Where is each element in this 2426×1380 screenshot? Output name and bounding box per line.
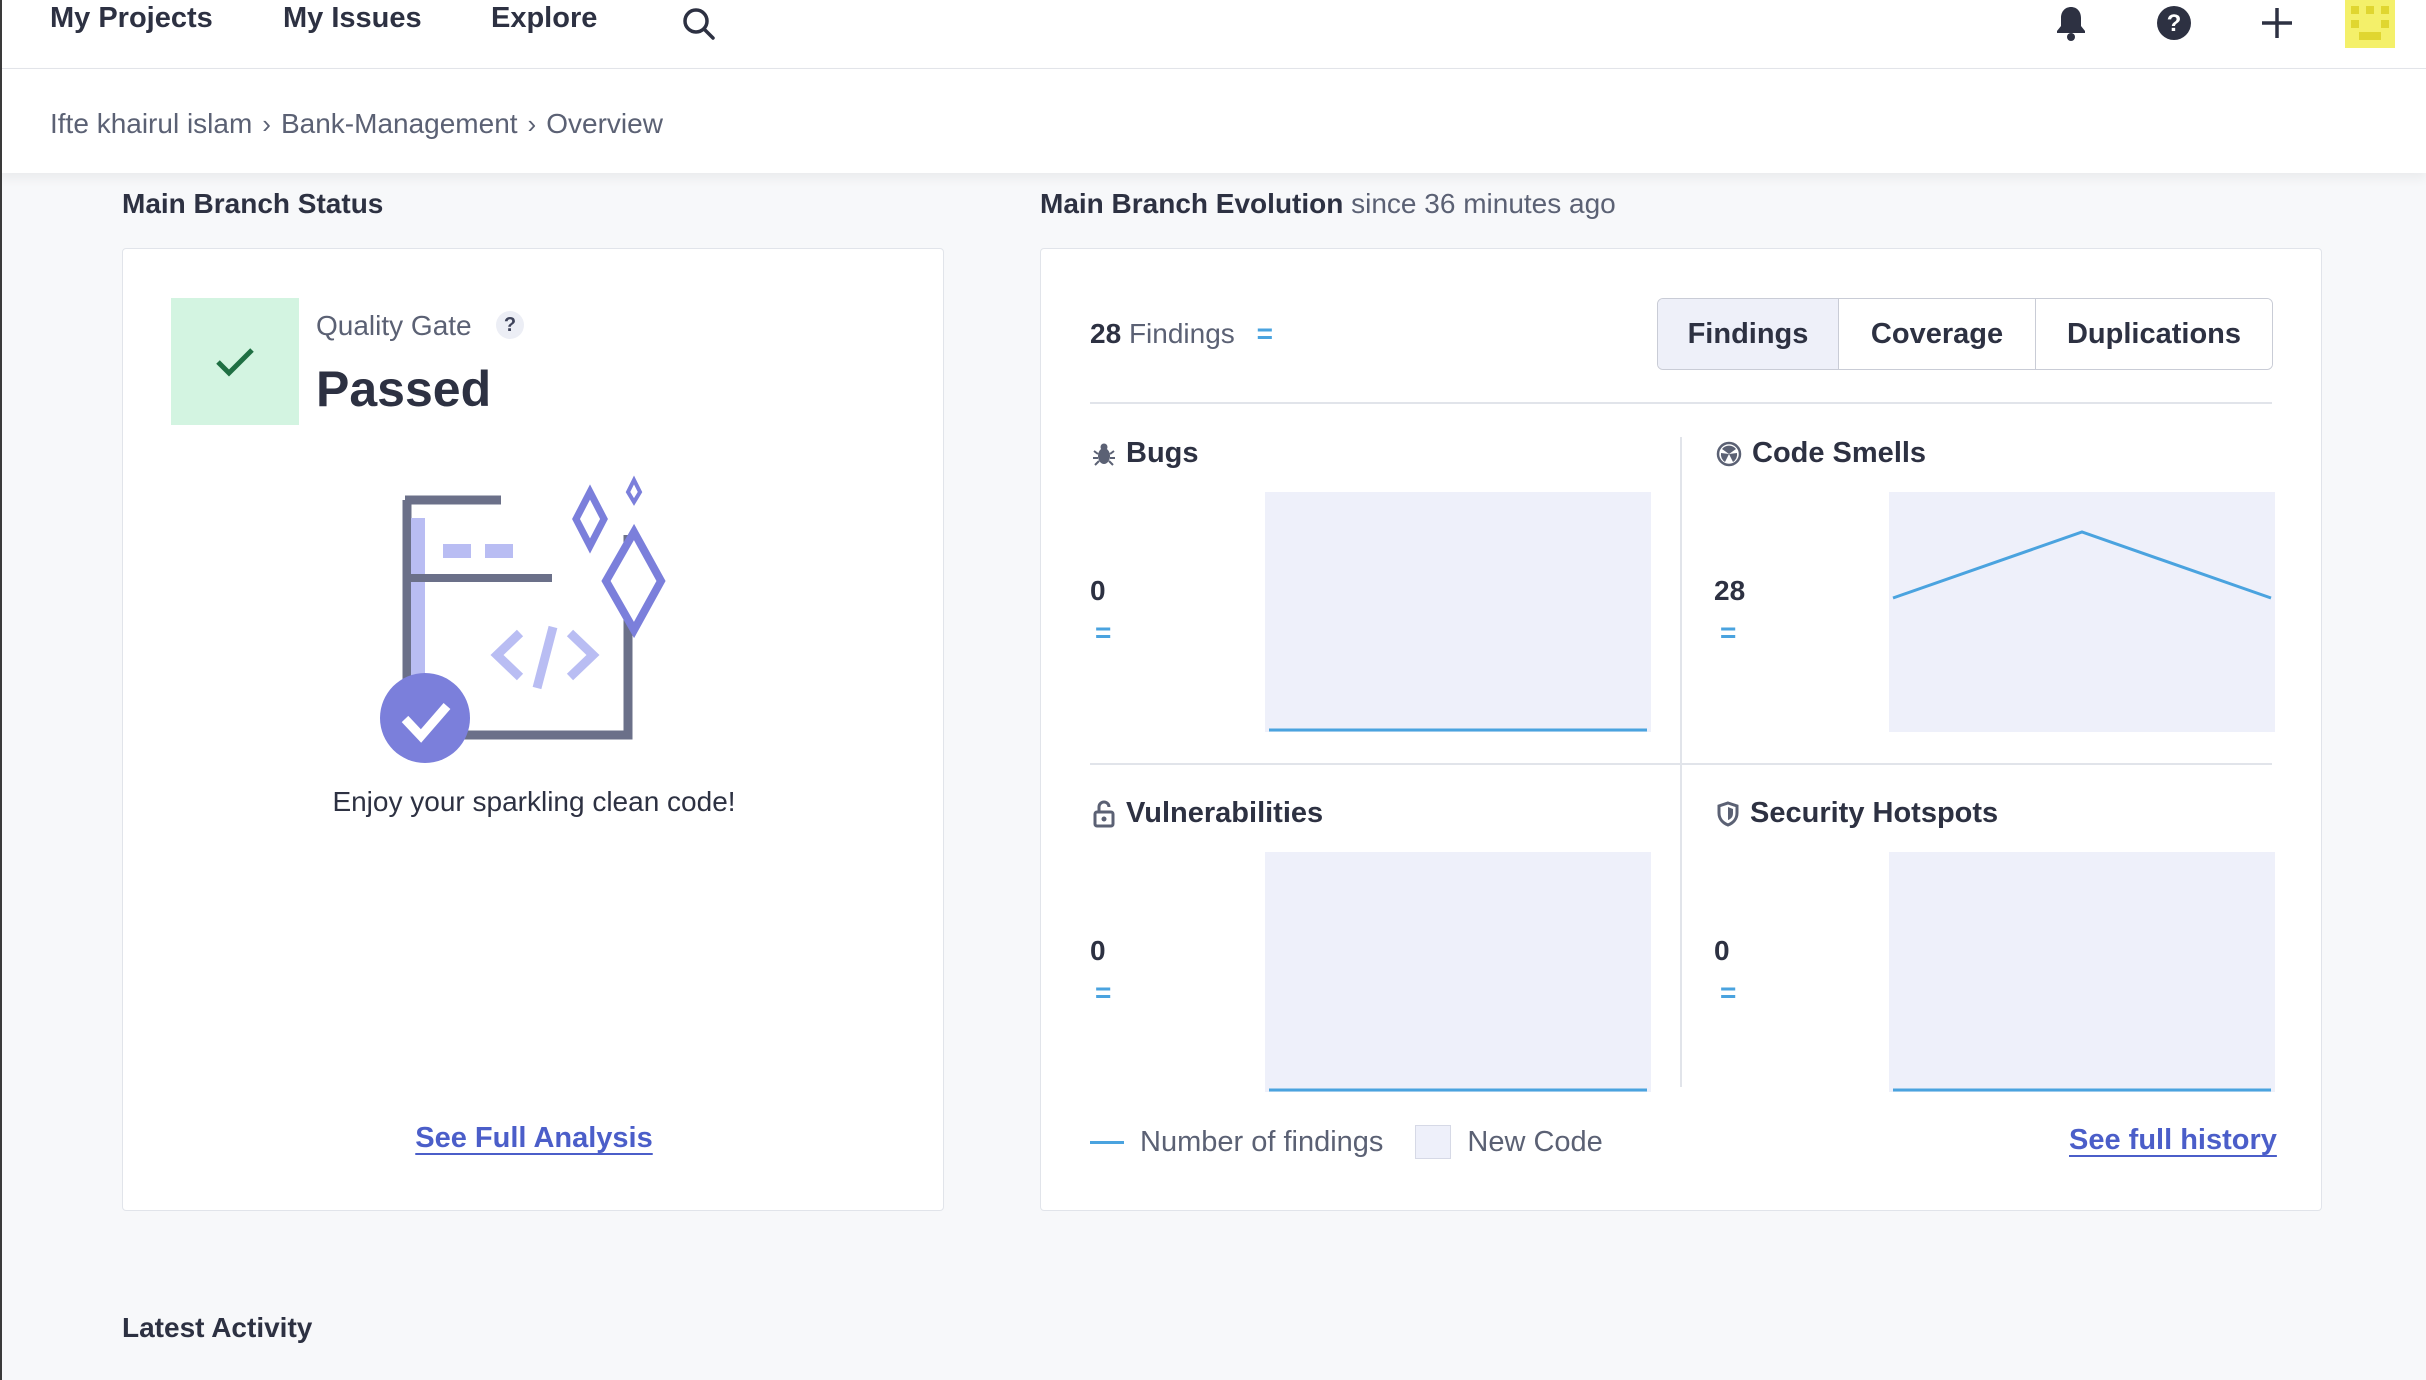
quality-gate-help-icon[interactable]: ?: [496, 311, 524, 339]
clean-code-illustration: [380, 475, 666, 763]
quality-gate-message: Enjoy your sparkling clean code!: [332, 786, 736, 817]
see-full-history-link[interactable]: See full history: [2069, 1124, 2277, 1156]
divider: [1680, 437, 1682, 1087]
vulnerabilities-value: 0: [1090, 935, 1106, 966]
breadcrumb-current: Overview: [546, 108, 663, 139]
evolution-tabs: Findings Coverage Duplications: [1657, 298, 2273, 370]
bugs-title: Bugs: [1092, 437, 1199, 470]
code-smells-title: Code Smells: [1716, 437, 1926, 470]
bell-icon[interactable]: [2053, 4, 2089, 47]
findings-label: Findings: [1128, 318, 1235, 349]
breadcrumb-organization[interactable]: Ifte khairul islam: [50, 108, 252, 140]
bug-icon: [1093, 443, 1115, 466]
bugs-chart: [1265, 492, 1651, 732]
svg-text:?: ?: [2167, 10, 2182, 37]
main-branch-status-title: Main Branch Status: [122, 188, 384, 219]
code-smells-label: Code Smells: [1752, 437, 1927, 469]
quality-gate-label: Quality Gate: [316, 310, 472, 341]
code-smells-chart: [1889, 492, 2275, 732]
bugs-trend-icon: =: [1095, 617, 1112, 648]
vulnerabilities-title: Vulnerabilities: [1092, 797, 1323, 830]
legend-number-of-findings: Number of findings: [1140, 1125, 1384, 1158]
legend-new-code-swatch: [1415, 1125, 1452, 1159]
chart-legend: Number of findings New Code: [1090, 1125, 1603, 1159]
shield-icon: [1717, 800, 1739, 827]
new-code-area: [1265, 852, 1651, 1092]
see-full-analysis-link[interactable]: See Full Analysis: [415, 1122, 652, 1154]
vulnerabilities-chart: [1265, 852, 1651, 1092]
nav-explore[interactable]: Explore: [491, 0, 597, 36]
evolution-title: Main Branch Evolution: [1040, 188, 1344, 219]
tab-coverage[interactable]: Coverage: [1839, 299, 2036, 369]
new-code-area: [1889, 492, 2275, 732]
legend-line-swatch: [1090, 1140, 1124, 1144]
bugs-label: Bugs: [1126, 437, 1199, 469]
code-smells-value: 28: [1714, 575, 1746, 606]
top-navigation: My Projects My Issues Explore ?: [0, 0, 2426, 69]
findings-summary: 28 Findings =: [1090, 318, 1273, 350]
code-smells-trend-icon: =: [1720, 617, 1737, 648]
legend-new-code: New Code: [1467, 1125, 1603, 1158]
latest-activity-title: Latest Activity: [122, 1312, 313, 1343]
quality-gate-status: Passed: [316, 361, 492, 417]
vulnerabilities-trend-icon: =: [1095, 977, 1112, 1008]
window-edge: [0, 0, 2, 1380]
avatar[interactable]: [2345, 0, 2395, 53]
nav-my-projects[interactable]: My Projects: [50, 0, 213, 36]
nav-my-issues[interactable]: My Issues: [283, 0, 422, 36]
chevron-right-icon: ›: [262, 108, 271, 139]
search-icon[interactable]: [679, 4, 719, 49]
plus-icon[interactable]: [2259, 4, 2295, 47]
help-icon[interactable]: ?: [2155, 4, 2193, 47]
code-smell-icon: [1716, 441, 1742, 466]
quality-gate-badge: [171, 298, 299, 425]
breadcrumb-project[interactable]: Bank-Management: [281, 108, 518, 140]
new-code-area: [1889, 852, 2275, 1092]
main-branch-evolution-title: Main Branch Evolution since 36 minutes a…: [1040, 188, 1616, 220]
security-hotspots-label: Security Hotspots: [1750, 797, 1999, 829]
lock-icon: [1093, 800, 1115, 827]
vulnerabilities-label: Vulnerabilities: [1126, 797, 1324, 829]
check-icon: [216, 347, 254, 377]
tab-findings[interactable]: Findings: [1658, 299, 1839, 369]
security-hotspots-title: Security Hotspots: [1716, 797, 1998, 830]
bugs-value: 0: [1090, 575, 1106, 606]
new-code-area: [1265, 492, 1651, 732]
breadcrumb: Ifte khairul islam › Bank-Management › O…: [50, 108, 663, 140]
chevron-right-icon: ›: [527, 108, 537, 139]
security-hotspots-value: 0: [1714, 935, 1730, 966]
security-hotspots-chart: [1889, 852, 2275, 1092]
findings-trend-icon: =: [1256, 318, 1273, 349]
findings-count: 28: [1090, 318, 1122, 349]
tab-duplications[interactable]: Duplications: [2036, 299, 2272, 369]
evolution-subtitle: since 36 minutes ago: [1351, 188, 1616, 219]
divider: [1090, 402, 2272, 404]
security-hotspots-trend-icon: =: [1720, 977, 1737, 1008]
